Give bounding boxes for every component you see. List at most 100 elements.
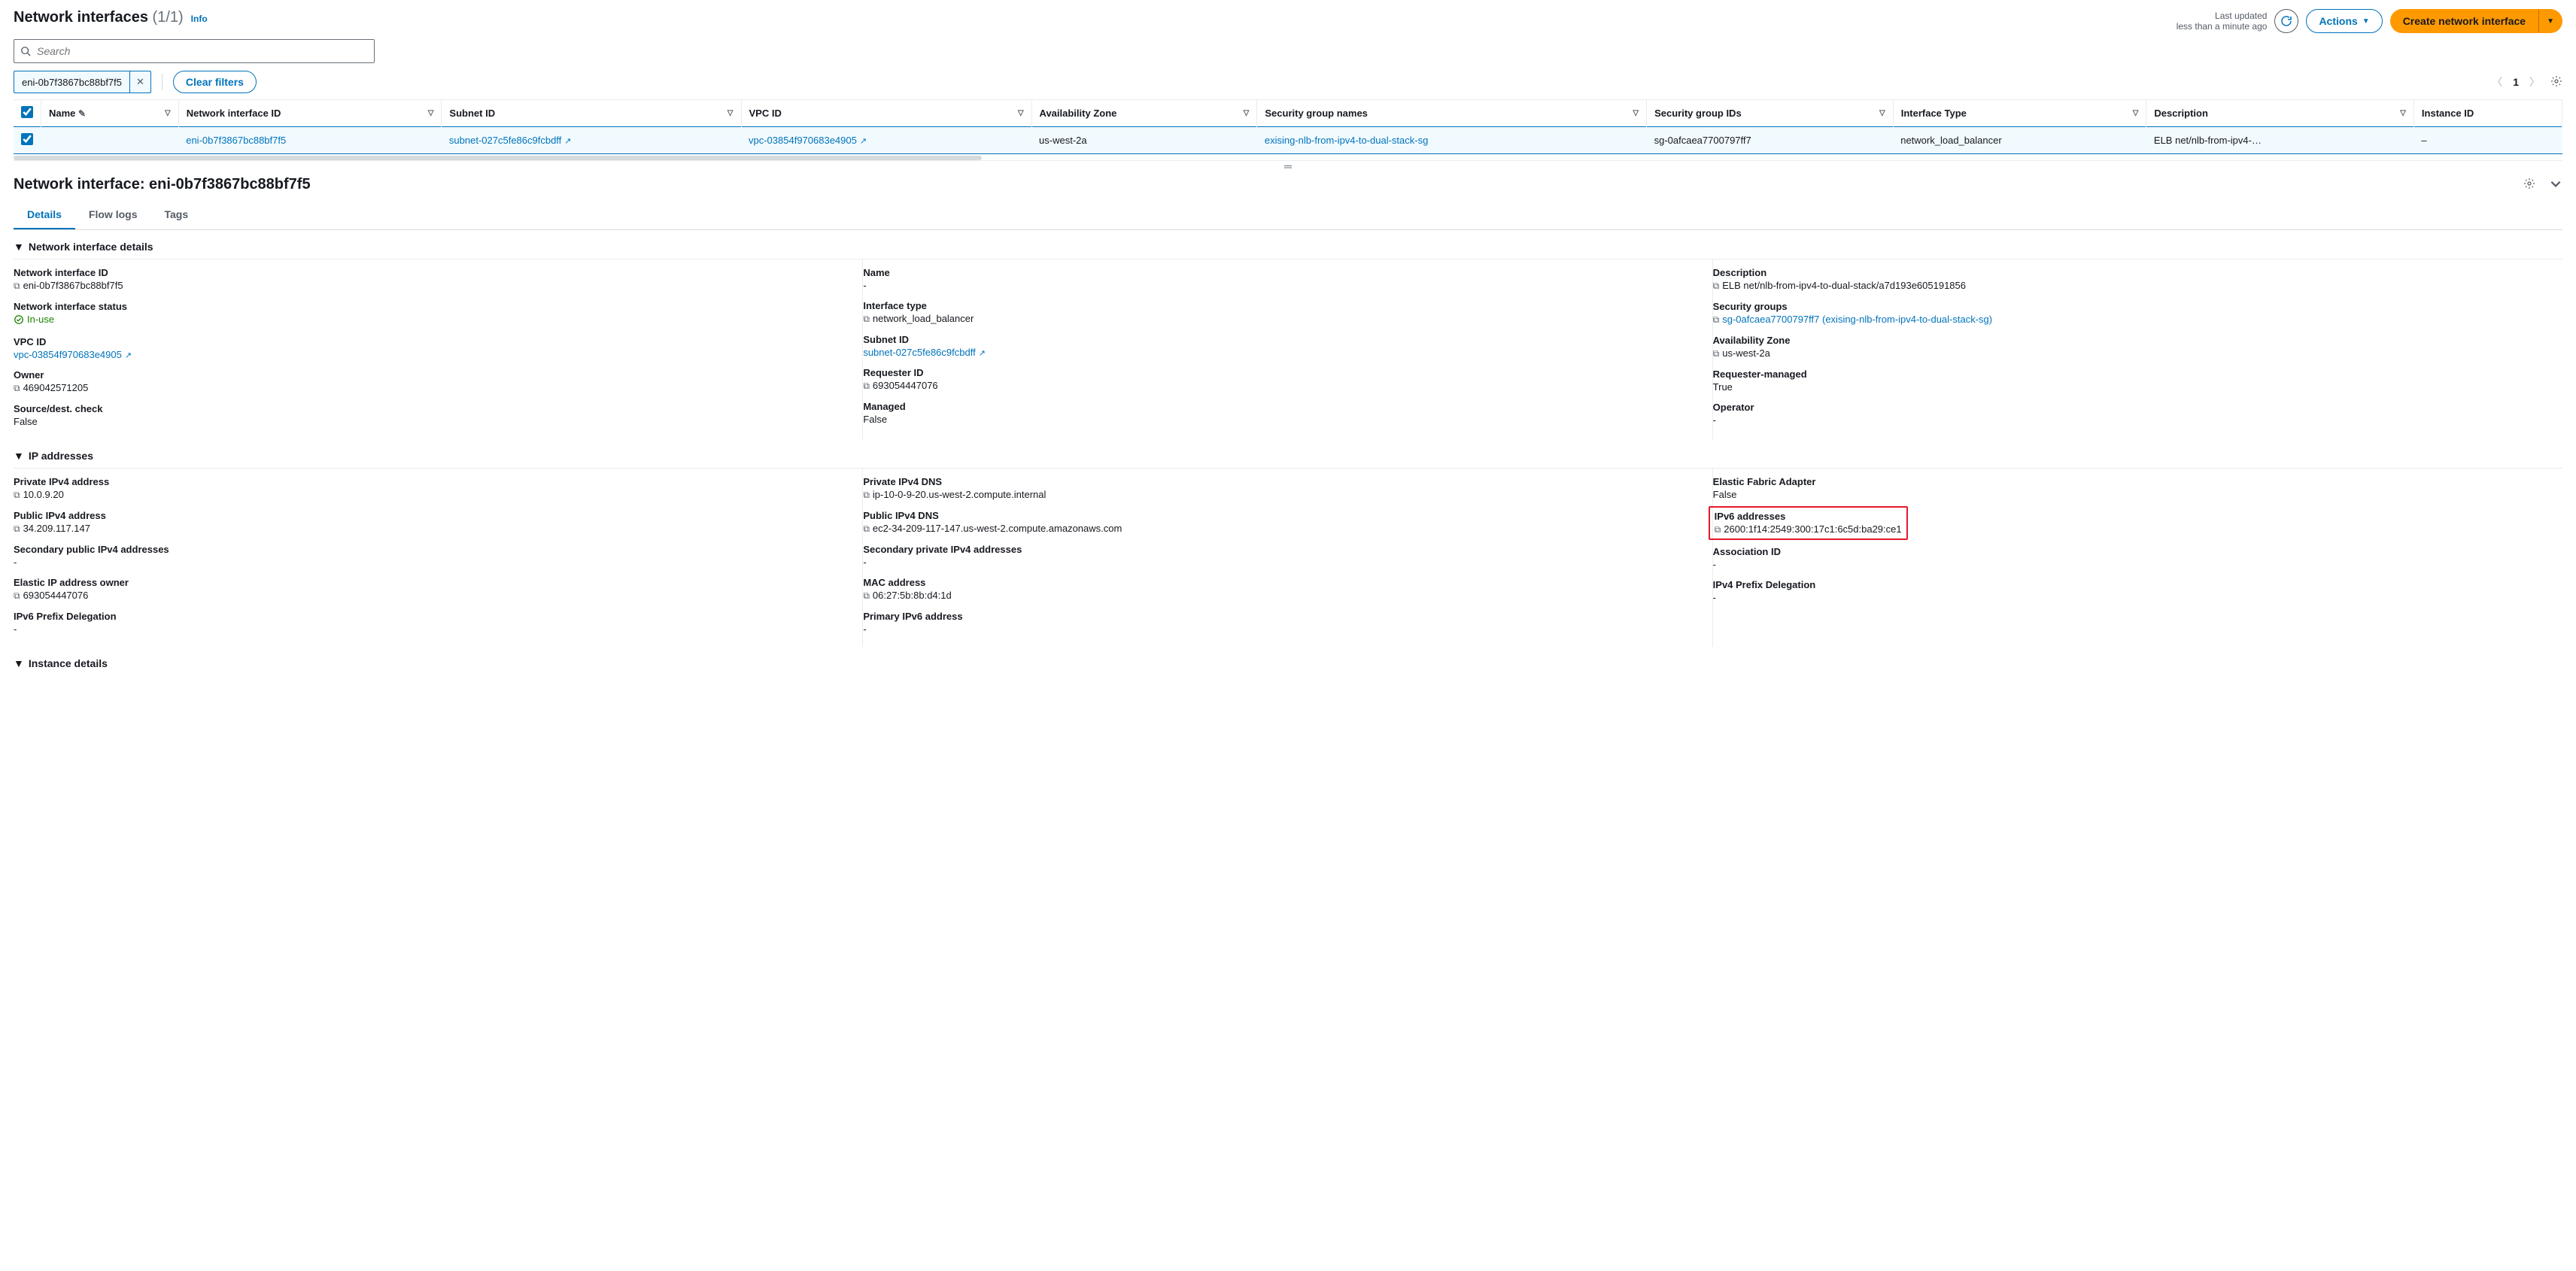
label: Network interface status [14,301,853,312]
col-label: Availability Zone [1040,108,1117,119]
create-dropdown-button[interactable]: ▼ [2538,9,2562,33]
value: 06:27:5b:8b:d4:1d [873,590,952,601]
cell-value: vpc-03854f970683e4905 [749,135,857,146]
actions-label: Actions [2319,15,2357,27]
col-label: Instance ID [2422,108,2474,119]
detail-settings-button[interactable] [2523,177,2535,192]
create-network-interface-button[interactable]: Create network interface [2390,9,2538,33]
column-name[interactable]: Name ✎▽ [41,100,179,127]
label: Primary IPv6 address [863,611,1703,622]
clear-filters-button[interactable]: Clear filters [173,71,257,93]
filter-icon[interactable]: ▽ [428,109,434,117]
pane-splitter[interactable]: ═ [14,161,2562,171]
section-instance-details[interactable]: ▼ Instance details [14,647,2562,675]
refresh-button[interactable] [2274,9,2298,33]
copy-icon[interactable]: ⧉ [14,490,20,500]
table-settings-button[interactable] [2550,75,2562,89]
label: Security groups [1713,301,2553,312]
copy-icon[interactable]: ⧉ [863,490,870,500]
info-link[interactable]: Info [191,14,208,24]
copy-icon[interactable]: ⧉ [14,281,20,291]
value: In-use [27,314,54,325]
value: ip-10-0-9-20.us-west-2.compute.internal [873,489,1046,500]
row-checkbox[interactable] [21,133,33,145]
value: ec2-34-209-117-147.us-west-2.compute.ama… [873,523,1122,534]
label: Public IPv4 address [14,510,853,521]
tab-details[interactable]: Details [14,201,75,229]
search-input[interactable] [37,45,368,57]
value: - [14,557,853,568]
copy-icon[interactable]: ⧉ [863,381,870,391]
column-eni[interactable]: Network interface ID▽ [178,100,442,127]
column-iftype[interactable]: Interface Type▽ [1893,100,2146,127]
filter-icon[interactable]: ▽ [1018,109,1024,117]
last-updated: Last updated less than a minute ago [2177,11,2268,32]
filter-icon[interactable]: ▽ [1633,109,1639,117]
copy-icon[interactable]: ⧉ [1713,348,1720,359]
copy-icon[interactable]: ⧉ [1713,314,1720,325]
copy-icon[interactable]: ⧉ [863,590,870,601]
section-network-interface-details[interactable]: ▼ Network interface details [14,230,2562,259]
tab-tags[interactable]: Tags [150,201,202,229]
label: Name [863,267,1703,278]
caret-down-icon: ▼ [14,450,24,462]
cell-sgnames-link[interactable]: exising-nlb-from-ipv4-to-dual-stack-sg [1265,135,1428,146]
column-sgids[interactable]: Security group IDs▽ [1647,100,1894,127]
copy-icon[interactable]: ⧉ [863,314,870,324]
cell-eni-link[interactable]: eni-0b7f3867bc88bf7f5 [186,135,286,146]
filter-icon[interactable]: ▽ [165,109,171,117]
next-page[interactable]: 〉 [2529,74,2540,89]
copy-icon[interactable]: ⧉ [14,523,20,534]
copy-icon[interactable]: ⧉ [863,523,870,534]
select-all-checkbox[interactable] [21,106,33,118]
section-ip-addresses[interactable]: ▼ IP addresses [14,439,2562,468]
subnet-link[interactable]: subnet-027c5fe86c9fcbdff↗ [863,347,1703,358]
column-subnet[interactable]: Subnet ID▽ [442,100,741,127]
column-az[interactable]: Availability Zone ▽ [1031,100,1257,127]
search-box[interactable] [14,39,375,63]
table-row[interactable]: eni-0b7f3867bc88bf7f5 subnet-027c5fe86c9… [14,127,2562,154]
label: Association ID [1713,546,2553,557]
label: Secondary public IPv4 addresses [14,544,853,555]
value: 693054447076 [873,380,938,391]
cell-vpc-link[interactable]: vpc-03854f970683e4905↗ [749,135,867,146]
actions-button[interactable]: Actions ▼ [2306,9,2382,33]
cell-iftype: network_load_balancer [1893,127,2146,154]
filter-icon[interactable]: ▽ [2133,109,2139,117]
caret-down-icon: ▼ [14,657,24,669]
copy-icon[interactable]: ⧉ [14,590,20,601]
prev-page[interactable]: 〈 [2492,74,2502,89]
cell-subnet-link[interactable]: subnet-027c5fe86c9fcbdff↗ [449,135,572,146]
title-text: Network interfaces [14,9,148,26]
vpc-link[interactable]: vpc-03854f970683e4905↗ [14,349,853,360]
copy-icon[interactable]: ⧉ [1715,524,1721,535]
column-sgnames[interactable]: Security group names▽ [1257,100,1647,127]
column-desc[interactable]: Description▽ [2146,100,2414,127]
value: True [1713,381,2553,393]
value: eni-0b7f3867bc88bf7f5 [23,280,123,291]
column-vpc[interactable]: VPC ID▽ [741,100,1031,127]
detail-title: Network interface: eni-0b7f3867bc88bf7f5 [14,176,311,193]
column-instance[interactable]: Instance ID [2413,100,2562,127]
horizontal-scrollbar[interactable] [14,156,982,160]
last-updated-label: Last updated [2177,11,2268,21]
value: 469042571205 [23,382,89,393]
filter-icon[interactable]: ▽ [1879,109,1885,117]
filter-icon[interactable]: ▽ [728,109,734,117]
copy-icon[interactable]: ⧉ [1713,281,1720,291]
copy-icon[interactable]: ⧉ [14,383,20,393]
check-circle-icon [14,314,24,325]
tab-flow-logs[interactable]: Flow logs [75,201,151,229]
value: ELB net/nlb-from-ipv4-to-dual-stack/a7d1… [1722,280,1966,291]
label: Requester-managed [1713,369,2553,380]
sg-link[interactable]: sg-0afcaea7700797ff7 (exising-nlb-from-i… [1722,314,1992,325]
caret-down-icon: ▼ [2547,17,2554,26]
filter-icon[interactable]: ▽ [1244,109,1250,117]
label: Requester ID [863,367,1703,378]
label: Source/dest. check [14,403,853,414]
chevron-down-icon [2549,177,2562,190]
filter-chip-remove[interactable]: ✕ [129,71,150,93]
collapse-detail-button[interactable] [2549,177,2562,193]
value: - [1713,559,2553,570]
filter-icon[interactable]: ▽ [2400,109,2406,117]
